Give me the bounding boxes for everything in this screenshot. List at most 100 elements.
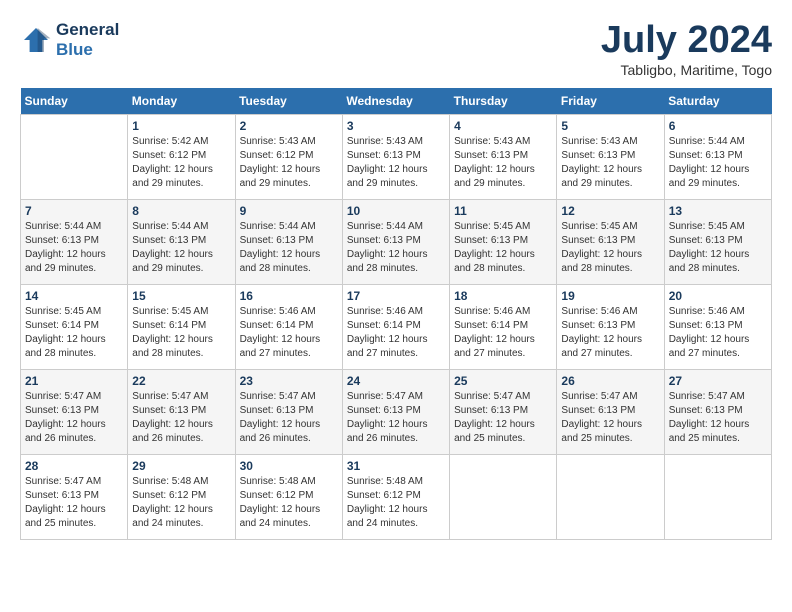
title-section: July 2024 Tabligbo, Maritime, Togo: [601, 20, 772, 78]
weekday-header: Thursday: [450, 88, 557, 115]
day-number: 2: [240, 119, 338, 133]
day-number: 1: [132, 119, 230, 133]
calendar-cell: 21 Sunrise: 5:47 AMSunset: 6:13 PMDayligh…: [21, 369, 128, 454]
cell-info: Sunrise: 5:44 AMSunset: 6:13 PMDaylight:…: [669, 135, 767, 191]
logo-text: General Blue: [56, 20, 119, 60]
calendar-cell: 3 Sunrise: 5:43 AMSunset: 6:13 PMDaylight…: [342, 114, 449, 199]
calendar-cell: 11Sunrise: 5:45 AMSunset: 6:13 PMDayligh…: [450, 199, 557, 284]
day-number: 24: [347, 374, 445, 388]
calendar-cell: 28 Sunrise: 5:47 AMSunset: 6:13 PMDayligh…: [21, 454, 128, 539]
calendar-cell: 22 Sunrise: 5:47 AMSunset: 6:13 PMDayligh…: [128, 369, 235, 454]
cell-info: Sunrise: 5:48 AMSunset: 6:12 PMDaylight:…: [347, 475, 445, 531]
calendar-cell: 19 Sunrise: 5:46 AMSunset: 6:13 PMDayligh…: [557, 284, 664, 369]
calendar-cell: 8 Sunrise: 5:44 AMSunset: 6:13 PMDaylight…: [128, 199, 235, 284]
day-number: 21: [25, 374, 123, 388]
weekday-header: Monday: [128, 88, 235, 115]
cell-info: Sunrise: 5:47 AMSunset: 6:13 PMDaylight:…: [240, 390, 338, 446]
day-number: 20: [669, 289, 767, 303]
weekday-header: Wednesday: [342, 88, 449, 115]
calendar-cell: 13 Sunrise: 5:45 AMSunset: 6:13 PMDayligh…: [664, 199, 771, 284]
calendar-cell: 18 Sunrise: 5:46 AMSunset: 6:14 PMDayligh…: [450, 284, 557, 369]
cell-info: Sunrise: 5:48 AMSunset: 6:12 PMDaylight:…: [240, 475, 338, 531]
calendar-week-row: 1 Sunrise: 5:42 AMSunset: 6:12 PMDaylight…: [21, 114, 772, 199]
cell-info: Sunrise: 5:43 AMSunset: 6:13 PMDaylight:…: [561, 135, 659, 191]
calendar-cell: 26 Sunrise: 5:47 AMSunset: 6:13 PMDayligh…: [557, 369, 664, 454]
weekday-header: Friday: [557, 88, 664, 115]
cell-info: Sunrise: 5:47 AMSunset: 6:13 PMDaylight:…: [132, 390, 230, 446]
cell-info: Sunrise: 5:46 AMSunset: 6:13 PMDaylight:…: [561, 305, 659, 361]
day-number: 26: [561, 374, 659, 388]
calendar-cell: 24 Sunrise: 5:47 AMSunset: 6:13 PMDayligh…: [342, 369, 449, 454]
calendar-cell: 25Sunrise: 5:47 AMSunset: 6:13 PMDayligh…: [450, 369, 557, 454]
logo: General Blue: [20, 20, 119, 60]
day-number: 12: [561, 204, 659, 218]
day-number: 28: [25, 459, 123, 473]
calendar-cell: [450, 454, 557, 539]
calendar-cell: 6 Sunrise: 5:44 AMSunset: 6:13 PMDaylight…: [664, 114, 771, 199]
cell-info: Sunrise: 5:47 AMSunset: 6:13 PMDaylight:…: [347, 390, 445, 446]
day-number: 18: [454, 289, 552, 303]
day-number: 17: [347, 289, 445, 303]
cell-info: Sunrise: 5:46 AMSunset: 6:14 PMDaylight:…: [347, 305, 445, 361]
calendar-cell: 16 Sunrise: 5:46 AMSunset: 6:14 PMDayligh…: [235, 284, 342, 369]
day-number: 14: [25, 289, 123, 303]
calendar-cell: 14 Sunrise: 5:45 AMSunset: 6:14 PMDayligh…: [21, 284, 128, 369]
calendar-cell: 10 Sunrise: 5:44 AMSunset: 6:13 PMDayligh…: [342, 199, 449, 284]
calendar-cell: 2Sunrise: 5:43 AMSunset: 6:12 PMDaylight…: [235, 114, 342, 199]
cell-info: Sunrise: 5:47 AMSunset: 6:13 PMDaylight:…: [25, 390, 123, 446]
calendar-table: SundayMondayTuesdayWednesdayThursdayFrid…: [20, 88, 772, 540]
day-number: 3: [347, 119, 445, 133]
day-number: 10: [347, 204, 445, 218]
cell-info: Sunrise: 5:47 AMSunset: 6:13 PMDaylight:…: [25, 475, 123, 531]
calendar-week-row: 21 Sunrise: 5:47 AMSunset: 6:13 PMDayligh…: [21, 369, 772, 454]
weekday-header-row: SundayMondayTuesdayWednesdayThursdayFrid…: [21, 88, 772, 115]
cell-info: Sunrise: 5:48 AMSunset: 6:12 PMDaylight:…: [132, 475, 230, 531]
day-number: 15: [132, 289, 230, 303]
calendar-cell: [557, 454, 664, 539]
page-header: General Blue July 2024 Tabligbo, Maritim…: [20, 20, 772, 78]
day-number: 7: [25, 204, 123, 218]
calendar-cell: [21, 114, 128, 199]
calendar-cell: 4 Sunrise: 5:43 AMSunset: 6:13 PMDaylight…: [450, 114, 557, 199]
cell-info: Sunrise: 5:45 AMSunset: 6:13 PMDaylight:…: [454, 220, 552, 276]
calendar-cell: 29 Sunrise: 5:48 AMSunset: 6:12 PMDayligh…: [128, 454, 235, 539]
weekday-header: Tuesday: [235, 88, 342, 115]
calendar-cell: 12Sunrise: 5:45 AMSunset: 6:13 PMDayligh…: [557, 199, 664, 284]
cell-info: Sunrise: 5:42 AMSunset: 6:12 PMDaylight:…: [132, 135, 230, 191]
day-number: 8: [132, 204, 230, 218]
day-number: 16: [240, 289, 338, 303]
calendar-cell: 15 Sunrise: 5:45 AMSunset: 6:14 PMDayligh…: [128, 284, 235, 369]
day-number: 29: [132, 459, 230, 473]
cell-info: Sunrise: 5:45 AMSunset: 6:13 PMDaylight:…: [669, 220, 767, 276]
cell-info: Sunrise: 5:47 AMSunset: 6:13 PMDaylight:…: [561, 390, 659, 446]
day-number: 13: [669, 204, 767, 218]
calendar-cell: [664, 454, 771, 539]
cell-info: Sunrise: 5:45 AMSunset: 6:14 PMDaylight:…: [25, 305, 123, 361]
cell-info: Sunrise: 5:43 AMSunset: 6:13 PMDaylight:…: [347, 135, 445, 191]
day-number: 6: [669, 119, 767, 133]
logo-icon: [20, 24, 52, 56]
cell-info: Sunrise: 5:44 AMSunset: 6:13 PMDaylight:…: [347, 220, 445, 276]
calendar-cell: 1 Sunrise: 5:42 AMSunset: 6:12 PMDaylight…: [128, 114, 235, 199]
day-number: 30: [240, 459, 338, 473]
cell-info: Sunrise: 5:44 AMSunset: 6:13 PMDaylight:…: [132, 220, 230, 276]
location-subtitle: Tabligbo, Maritime, Togo: [601, 62, 772, 78]
day-number: 27: [669, 374, 767, 388]
cell-info: Sunrise: 5:46 AMSunset: 6:14 PMDaylight:…: [454, 305, 552, 361]
calendar-week-row: 7 Sunrise: 5:44 AMSunset: 6:13 PMDaylight…: [21, 199, 772, 284]
calendar-cell: 17 Sunrise: 5:46 AMSunset: 6:14 PMDayligh…: [342, 284, 449, 369]
day-number: 19: [561, 289, 659, 303]
calendar-cell: 30 Sunrise: 5:48 AMSunset: 6:12 PMDayligh…: [235, 454, 342, 539]
calendar-cell: 27Sunrise: 5:47 AMSunset: 6:13 PMDayligh…: [664, 369, 771, 454]
day-number: 22: [132, 374, 230, 388]
day-number: 25: [454, 374, 552, 388]
calendar-cell: 5 Sunrise: 5:43 AMSunset: 6:13 PMDaylight…: [557, 114, 664, 199]
cell-info: Sunrise: 5:45 AMSunset: 6:14 PMDaylight:…: [132, 305, 230, 361]
month-title: July 2024: [601, 20, 772, 62]
day-number: 5: [561, 119, 659, 133]
calendar-cell: 7Sunrise: 5:44 AMSunset: 6:13 PMDaylight…: [21, 199, 128, 284]
day-number: 4: [454, 119, 552, 133]
cell-info: Sunrise: 5:44 AMSunset: 6:13 PMDaylight:…: [240, 220, 338, 276]
cell-info: Sunrise: 5:46 AMSunset: 6:14 PMDaylight:…: [240, 305, 338, 361]
cell-info: Sunrise: 5:43 AMSunset: 6:13 PMDaylight:…: [454, 135, 552, 191]
